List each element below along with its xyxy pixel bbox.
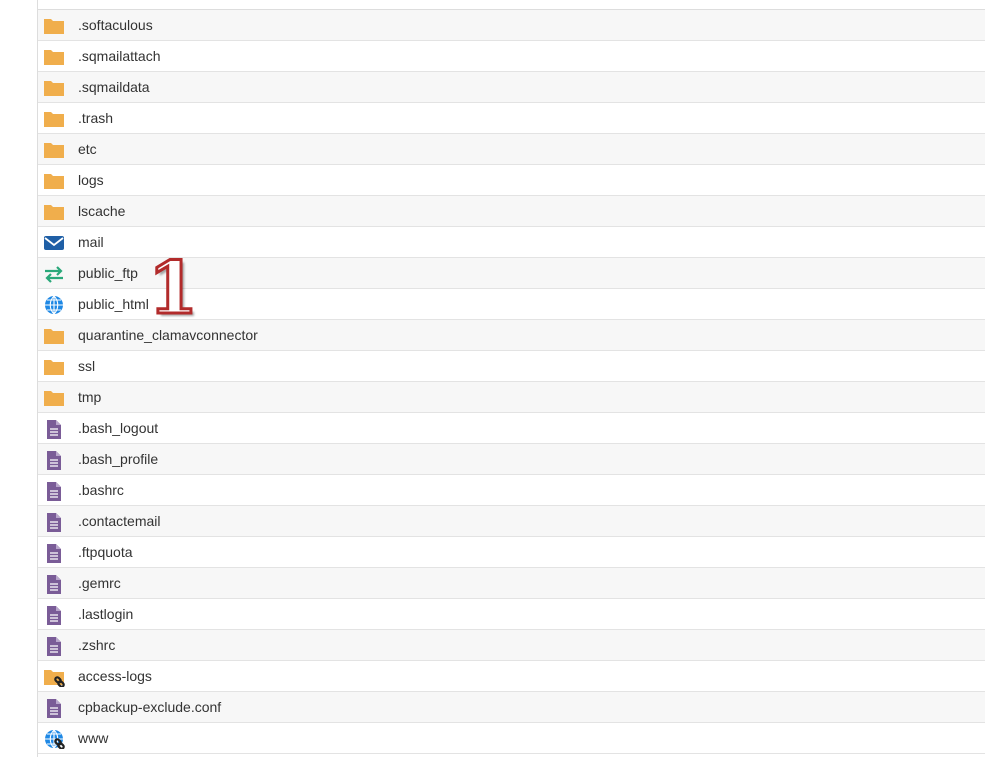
file-row[interactable]: .bash_profile [38,444,985,475]
file-name[interactable]: logs [78,172,104,188]
file-row[interactable]: .bashrc [38,475,985,506]
file-row[interactable]: .lastlogin [38,599,985,630]
file-icon [47,420,61,439]
ftp-icon [45,266,63,283]
file-row[interactable]: logs [38,165,985,196]
file-row[interactable]: www [38,723,985,754]
file-name[interactable]: .bash_logout [78,420,158,436]
file-name[interactable]: .bashrc [78,482,124,498]
file-row[interactable]: .contactemail [38,506,985,537]
folder-link-icon [44,670,65,687]
file-row[interactable]: cpbackup-exclude.conf [38,692,985,723]
list-header [38,0,985,10]
file-name[interactable]: .sqmailattach [78,48,160,64]
file-row[interactable]: .ftpquota [38,537,985,568]
step-annotation: 1 [146,245,199,330]
file-name[interactable]: mail [78,234,104,250]
file-row[interactable]: access-logs [38,661,985,692]
file-name[interactable]: .trash [78,110,113,126]
folder-icon [44,205,64,220]
file-name[interactable]: ssl [78,358,95,374]
folder-icon [44,19,64,34]
file-row[interactable]: etc [38,134,985,165]
globe-icon [45,295,63,315]
file-row[interactable]: ssl [38,351,985,382]
mail-icon [44,236,64,250]
file-list: .softaculous .sqmailattach .sqmaildata .tra… [37,0,985,757]
file-icon [47,606,61,625]
file-name[interactable]: tmp [78,389,101,405]
file-name[interactable]: public_html [78,296,149,312]
folder-icon [44,174,64,189]
file-name[interactable]: .softaculous [78,17,153,33]
file-name[interactable]: .zshrc [78,637,115,653]
folder-icon [44,329,64,344]
file-name[interactable]: .ftpquota [78,544,133,560]
file-name[interactable]: etc [78,141,97,157]
file-row[interactable]: .trash [38,103,985,134]
file-icon [47,482,61,501]
file-row[interactable]: .sqmailattach [38,41,985,72]
file-name[interactable]: www [78,730,108,746]
file-row[interactable]: .zshrc [38,630,985,661]
globe-link-icon [45,729,65,749]
file-row[interactable]: .bash_logout [38,413,985,444]
folder-icon [44,81,64,96]
file-name[interactable]: cpbackup-exclude.conf [78,699,221,715]
file-row[interactable]: .softaculous [38,10,985,41]
file-row[interactable]: lscache [38,196,985,227]
file-name[interactable]: .bash_profile [78,451,158,467]
file-icon [47,637,61,656]
folder-icon [44,112,64,127]
file-icon [47,699,61,718]
file-name[interactable]: .contactemail [78,513,160,529]
file-name[interactable]: .gemrc [78,575,121,591]
folder-icon [44,50,64,65]
file-icon [47,513,61,532]
file-icon [47,451,61,470]
folder-icon [44,391,64,406]
file-icon [47,544,61,563]
file-name[interactable]: public_ftp [78,265,138,281]
file-row[interactable]: .sqmaildata [38,72,985,103]
file-name[interactable]: .lastlogin [78,606,133,622]
file-name[interactable]: .sqmaildata [78,79,150,95]
file-name[interactable]: access-logs [78,668,152,684]
file-icon [47,575,61,594]
file-row[interactable]: .gemrc [38,568,985,599]
folder-icon [44,360,64,375]
file-row[interactable]: tmp [38,382,985,413]
folder-icon [44,143,64,158]
file-name[interactable]: lscache [78,203,125,219]
